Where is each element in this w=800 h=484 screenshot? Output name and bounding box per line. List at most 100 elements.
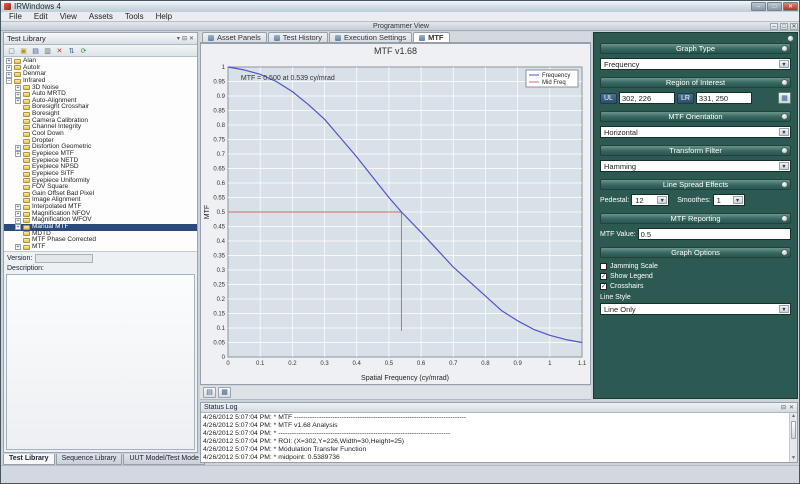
- expand-icon[interactable]: +: [15, 145, 21, 151]
- checkbox-show-legend[interactable]: ✓: [600, 273, 607, 280]
- svg-text:0.3: 0.3: [216, 268, 225, 274]
- svg-text:0.9: 0.9: [216, 94, 225, 100]
- expand-icon[interactable]: +: [15, 92, 21, 98]
- roi-lr-field[interactable]: [696, 92, 752, 104]
- menu-item-view[interactable]: View: [54, 12, 83, 22]
- section-help-icon[interactable]: [781, 113, 788, 120]
- section-help-icon[interactable]: [781, 45, 788, 52]
- close-icon[interactable]: ✕: [783, 2, 798, 11]
- expand-icon[interactable]: +: [6, 72, 12, 78]
- print-button[interactable]: ▤: [203, 387, 216, 398]
- save-chart-button[interactable]: ▦: [218, 387, 231, 398]
- log-entry: 4/26/2012 5:07:04 PM: * ----------------…: [203, 430, 789, 438]
- status-log-panel: Status Log ⊟ ✕ 4/26/2012 5:07:04 PM: * M…: [200, 402, 798, 463]
- collapse-icon[interactable]: −: [6, 78, 12, 84]
- chevron-down-icon[interactable]: ▾: [177, 35, 180, 42]
- dock-tab-uut-model-test-mode[interactable]: UUT Model/Test Mode: [123, 454, 205, 465]
- dock-tab-sequence-library[interactable]: Sequence Library: [56, 454, 123, 465]
- mtf-value-field[interactable]: [638, 228, 791, 240]
- pin-icon[interactable]: ⊟: [781, 403, 786, 413]
- description-box[interactable]: [6, 274, 195, 450]
- pedestal-select[interactable]: 12 ▼: [631, 194, 669, 206]
- version-field[interactable]: [35, 254, 93, 263]
- transform-filter-select[interactable]: Hamming ▼: [600, 160, 791, 172]
- folder-icon: [23, 105, 30, 110]
- chevron-down-icon[interactable]: ▼: [779, 162, 789, 170]
- save-icon[interactable]: ▤: [30, 46, 41, 56]
- tree-item-mtf[interactable]: +MTF: [4, 244, 197, 251]
- expand-icon[interactable]: +: [6, 65, 12, 71]
- scroll-down-icon[interactable]: ▼: [790, 455, 797, 462]
- tab-execution-settings[interactable]: Execution Settings: [329, 32, 412, 42]
- checkbox-crosshairs[interactable]: ✓: [600, 283, 607, 290]
- section-help-icon[interactable]: [781, 147, 788, 154]
- chevron-down-icon[interactable]: ▼: [779, 128, 789, 136]
- version-label: Version:: [7, 255, 32, 262]
- panel-close-icon[interactable]: ✕: [789, 403, 794, 413]
- graph-type-select[interactable]: Frequency ▼: [600, 58, 791, 70]
- delete-icon[interactable]: ✕: [54, 46, 65, 56]
- roi-capture-button[interactable]: ▦: [778, 92, 791, 104]
- menu-item-help[interactable]: Help: [150, 12, 178, 22]
- smoothes-label: Smoothes:: [677, 197, 710, 204]
- chevron-down-icon[interactable]: ▼: [657, 196, 667, 204]
- scroll-thumb[interactable]: [791, 421, 796, 439]
- section-help-icon[interactable]: [781, 249, 788, 256]
- section-header-roi: Region of Interest: [600, 77, 791, 88]
- panel-close-icon[interactable]: ✕: [189, 35, 194, 42]
- scroll-up-icon[interactable]: ▲: [790, 413, 797, 420]
- menu-item-assets[interactable]: Assets: [83, 12, 119, 22]
- pin-icon[interactable]: ⊟: [182, 35, 187, 42]
- expand-icon[interactable]: +: [15, 204, 21, 210]
- expand-icon[interactable]: +: [15, 218, 21, 224]
- sort-icon[interactable]: ⇅: [66, 46, 77, 56]
- copy-icon[interactable]: ▥: [42, 46, 53, 56]
- tab-test-history[interactable]: Test History: [268, 32, 328, 42]
- expand-icon[interactable]: +: [6, 58, 12, 64]
- maximize-icon[interactable]: □: [767, 2, 782, 11]
- section-help-icon[interactable]: [781, 215, 788, 222]
- tab-mtf[interactable]: MTF: [413, 32, 449, 42]
- expand-icon[interactable]: +: [15, 98, 21, 104]
- orientation-select[interactable]: Horizontal ▼: [600, 126, 791, 138]
- minimize-icon[interactable]: –: [751, 2, 766, 11]
- svg-text:0.95: 0.95: [213, 80, 225, 86]
- app-window: IRWindows 4 – □ ✕ FileEditViewAssetsTool…: [0, 0, 800, 484]
- expand-icon[interactable]: +: [15, 244, 21, 250]
- open-folder-icon[interactable]: ▣: [18, 46, 29, 56]
- line-style-select[interactable]: Line Only ▼: [600, 303, 791, 315]
- menu-item-file[interactable]: File: [3, 12, 28, 22]
- smoothes-select[interactable]: 1 ▼: [713, 194, 745, 206]
- status-log-scrollbar[interactable]: ▲ ▼: [789, 413, 797, 462]
- expand-icon[interactable]: +: [15, 224, 21, 230]
- folder-icon: [14, 72, 21, 77]
- roi-ul-field[interactable]: [619, 92, 675, 104]
- menu-item-tools[interactable]: Tools: [119, 12, 150, 22]
- expand-icon[interactable]: +: [15, 211, 21, 217]
- tab-label: Test History: [283, 33, 322, 43]
- expand-icon[interactable]: +: [15, 85, 21, 91]
- chevron-down-icon[interactable]: ▼: [779, 60, 789, 68]
- panel-pin-icon[interactable]: [787, 35, 794, 42]
- tab-asset-panels[interactable]: Asset Panels: [202, 32, 267, 42]
- chevron-down-icon[interactable]: ▼: [779, 305, 789, 313]
- view-close-icon[interactable]: ✕: [790, 23, 798, 30]
- test-library-title: Test Library: [7, 34, 46, 43]
- section-help-icon[interactable]: [781, 79, 788, 86]
- roi-lr-chip: LR: [677, 93, 694, 104]
- expand-icon[interactable]: +: [15, 151, 21, 157]
- section-header-graph-options: Graph Options: [600, 247, 791, 258]
- menu-item-edit[interactable]: Edit: [28, 12, 54, 22]
- view-restore-icon[interactable]: □: [780, 23, 788, 30]
- section-help-icon[interactable]: [781, 181, 788, 188]
- svg-text:0.8: 0.8: [481, 361, 490, 367]
- new-item-icon[interactable]: ▢: [6, 46, 17, 56]
- checkbox-jamming-scale[interactable]: [600, 263, 607, 270]
- folder-icon: [23, 85, 30, 90]
- view-minimize-icon[interactable]: –: [770, 23, 778, 30]
- dock-tab-test-library[interactable]: Test Library: [3, 454, 55, 465]
- chevron-down-icon[interactable]: ▼: [733, 196, 743, 204]
- folder-icon: [23, 158, 30, 163]
- menu-bar: FileEditViewAssetsToolsHelp: [1, 12, 800, 22]
- refresh-icon[interactable]: ⟳: [78, 46, 89, 56]
